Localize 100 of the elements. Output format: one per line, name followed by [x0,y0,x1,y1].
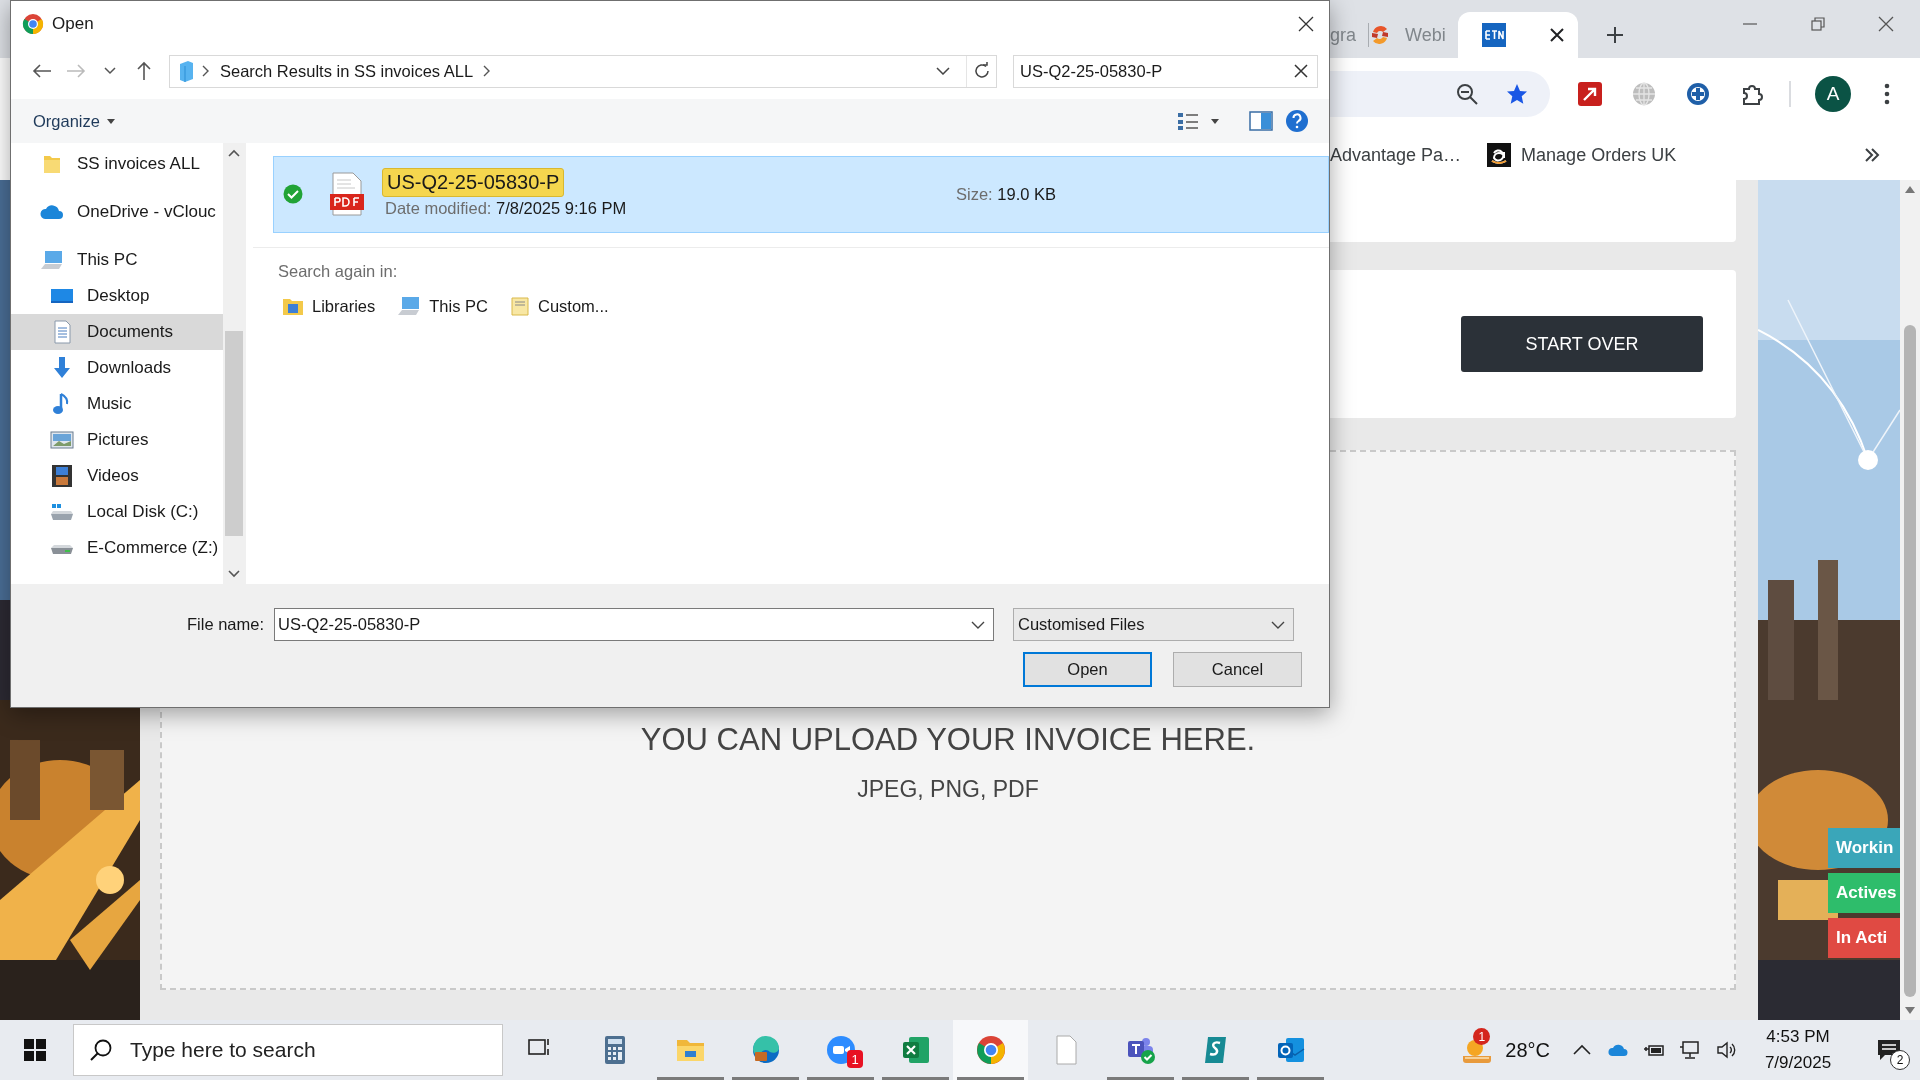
puzzle-icon [1740,82,1764,106]
bookmark[interactable]: Advantage Pa… [1330,144,1462,166]
side-tab[interactable]: In Acti [1828,918,1900,958]
scroll-down-icon[interactable] [228,570,240,578]
notification-badge: 1 [847,1050,863,1068]
nav-item[interactable]: This PC [11,242,223,278]
close-icon [1297,14,1315,33]
address-bar[interactable]: Search Results in SS invoices ALL [169,54,997,88]
scroll-up-icon[interactable] [228,149,240,157]
browser-tab[interactable] [1457,12,1578,58]
scrollbar-thumb[interactable] [1904,325,1916,997]
address-bar[interactable] [1330,71,1550,117]
download-icon [51,356,73,380]
back-icon [32,63,52,79]
notification-badge: 1 [1473,1028,1491,1045]
up-icon [136,61,152,81]
preview-pane-icon [1249,111,1273,131]
browser-icon [975,1035,1006,1065]
bookmark[interactable]: Manage Orders UK [1487,143,1677,167]
picture-icon [50,430,74,450]
close-icon [1878,16,1894,32]
scroll-down-icon[interactable] [1905,1007,1915,1014]
library-folder-icon [282,296,304,316]
start-icon [24,1039,46,1061]
folder-icon [41,153,63,175]
temperature: 28°C [1505,1038,1550,1062]
restore-icon [1811,17,1825,31]
dialog-title: Open [52,13,94,34]
music-note-icon [53,392,71,416]
start-over-button[interactable]: START OVER [1461,316,1703,372]
view-options-icon [1177,111,1199,131]
file-name-field[interactable]: US-Q2-25-05830-P [274,608,994,641]
network-icon[interactable] [1679,1039,1701,1061]
nav-item[interactable]: Documents [11,314,223,350]
cross-badge-icon [1686,82,1710,106]
drive-icon [49,502,75,522]
avatar[interactable]: A [1815,76,1851,112]
clock-date[interactable]: 7/9/2025 [1764,1053,1832,1073]
weather-widget[interactable]: 1 28°C [1451,1020,1564,1080]
folder-icon [509,295,530,317]
bookmark-star-icon[interactable] [1506,83,1528,105]
volume-icon[interactable] [1715,1039,1737,1061]
nav-item[interactable]: Music [11,386,223,422]
caret-icon [1271,620,1285,629]
app-logo-icon [22,12,44,35]
computer-icon [397,296,422,316]
recent-locations-icon [104,67,116,75]
nav-item[interactable]: Desktop [11,278,223,314]
forward-icon [66,63,86,79]
file-size: Size: 19.0 KB [956,184,1057,204]
scroll-up-icon[interactable] [1905,186,1915,193]
upload-formats: JPEG, PNG, PDF [857,776,1039,803]
notification-count: 2 [1890,1050,1910,1070]
clock-time[interactable]: 4:53 PM [1766,1027,1830,1047]
cloud-icon [39,203,65,221]
nav-item[interactable]: Downloads [11,350,223,386]
search-location-link[interactable]: This PC [397,295,488,317]
notifications-button[interactable]: 2 [1858,1020,1920,1080]
file-name-label: File name: [185,615,265,634]
search-results-icon [178,60,194,82]
chevron-icon [483,65,492,77]
help-icon [1285,109,1309,133]
close-tab-button[interactable] [1549,28,1564,42]
search-field[interactable]: US-Q2-25-05830-P [1013,54,1318,88]
date-modified: Date modified: 7/8/2025 9:16 PM [384,198,628,218]
swirl-logo-icon [1369,24,1391,46]
film-icon [51,464,73,488]
browser-icon [750,1035,781,1065]
search-location-link[interactable]: Libraries [282,295,376,317]
search-again-label: Search again in: [278,262,399,281]
screen-icon [50,286,74,306]
clear-search-icon [1294,64,1308,78]
zoom-out-icon[interactable] [1456,83,1478,105]
file-type-dropdown[interactable]: Customised Files [1013,608,1294,641]
taskbar-button[interactable] [953,1020,1028,1080]
chevron-icon [202,65,210,77]
logo-icon [1487,143,1512,167]
breadcrumb[interactable]: Search Results in SS invoices ALL [218,61,476,81]
spreadsheet-icon [900,1035,931,1065]
minimize-icon [1743,23,1757,25]
close-tab-icon [1549,28,1564,42]
search-box[interactable]: Type here to search [73,1024,503,1076]
file-row[interactable]: US-Q2-25-05830-P Size: 19.0 KB Date modified: 7/8/2025 9:16 PM [273,156,1329,233]
nav-item[interactable]: OneDrive - vClouc [11,194,223,230]
scrollbar-thumb[interactable] [225,331,243,536]
nav-item[interactable]: SS invoices ALL [11,146,223,182]
more-bookmarks-button[interactable] [1864,148,1880,162]
dialog-button[interactable]: Open [1023,652,1152,687]
search-location-link[interactable]: Custom... [509,295,609,317]
scrollbar[interactable] [223,143,245,584]
taskbar-button[interactable]: 1 [803,1020,878,1080]
refresh-icon [972,62,991,80]
pdf-file-icon [329,172,365,216]
scrollbar[interactable] [1900,180,1920,1020]
chat-app-icon [1125,1035,1156,1065]
organize-button[interactable]: Organize [31,107,117,135]
document-icon [52,320,72,344]
address-dropdown-icon [936,67,950,75]
dialog-button[interactable]: Cancel [1173,652,1302,687]
mail-icon [1275,1035,1306,1065]
